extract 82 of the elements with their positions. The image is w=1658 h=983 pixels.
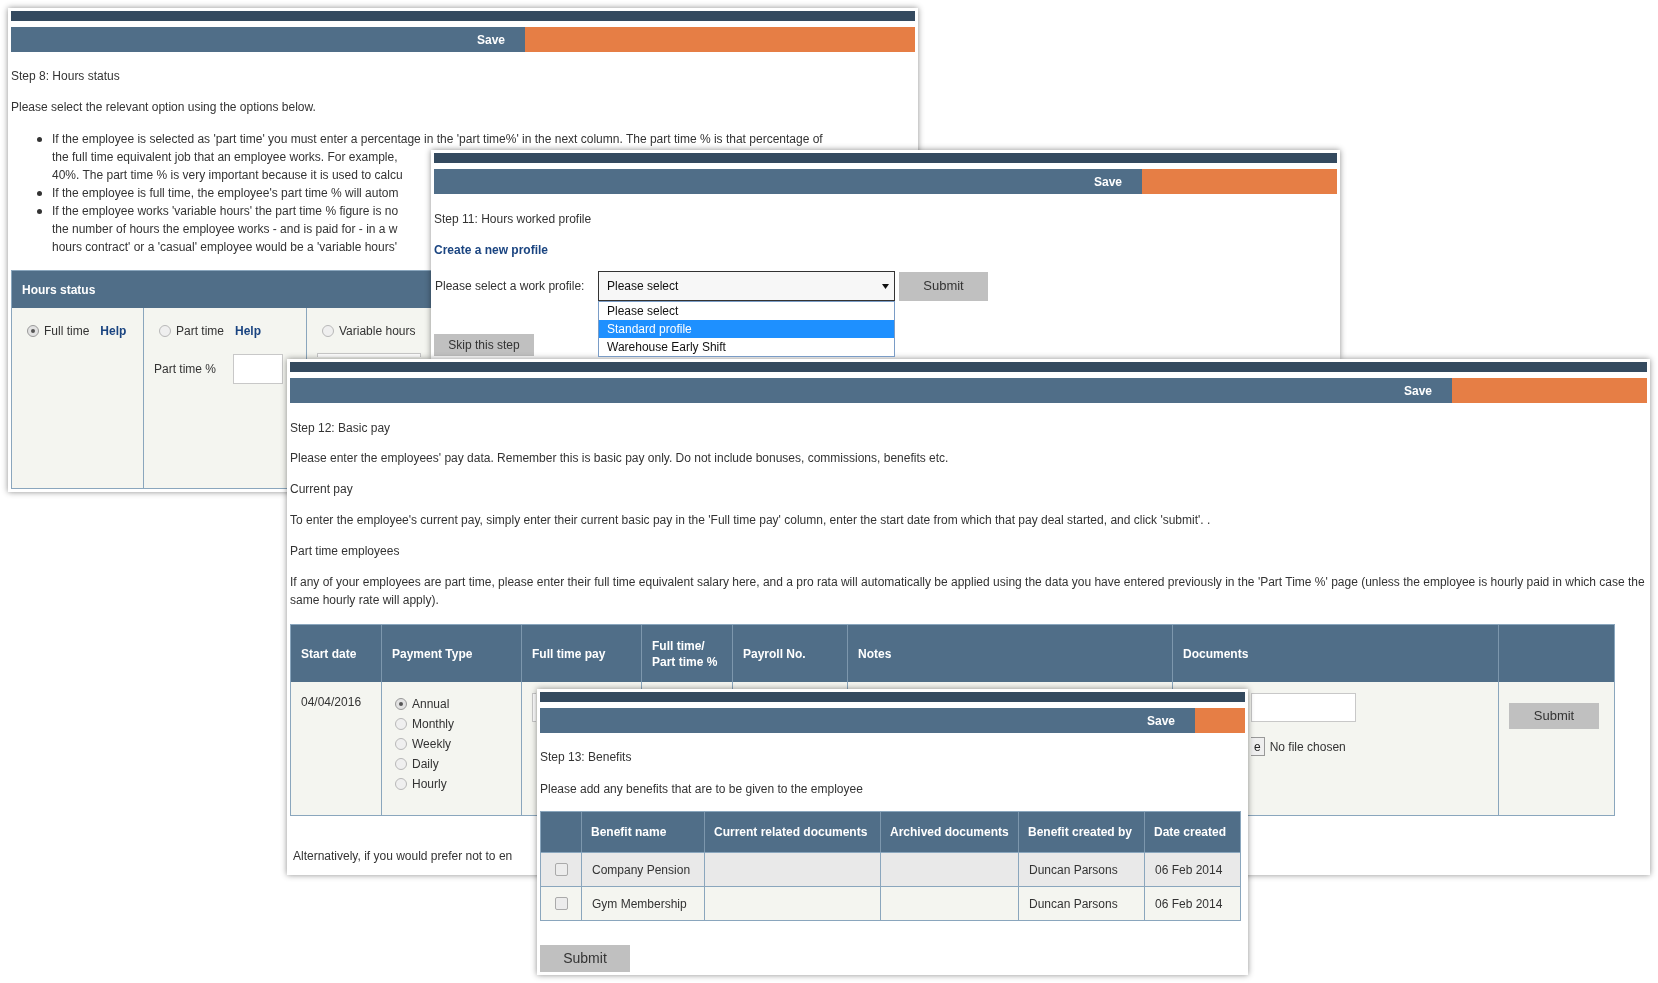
input-field[interactable]	[233, 354, 283, 384]
step-title: Step 13: Benefits	[540, 749, 632, 765]
radio-button[interactable]	[395, 758, 407, 770]
input-field[interactable]	[1251, 693, 1356, 722]
bullet-text: the number of hours the employee works - and is paid for - in a w	[52, 221, 398, 238]
submit-button[interactable]: Submit	[1509, 703, 1599, 729]
bullet-text: the full time equivalent job that an employee works. For example,	[52, 149, 398, 166]
paragraph-text: Please enter the employees' pay data. Remember this is basic pay only. Do not include bonuses, commissions, benefits etc.	[290, 450, 949, 467]
option-label: Annual	[412, 696, 450, 712]
bullet-text: 40%. The part time % is very important because it is used to calcu	[52, 167, 403, 184]
radio-button[interactable]	[395, 698, 407, 710]
help-link[interactable]: Help	[235, 323, 262, 339]
paragraph-text: Current pay	[290, 481, 353, 498]
option-label: Daily	[412, 756, 439, 772]
column-header: Date created	[1154, 824, 1227, 840]
option-label: Part time	[176, 323, 224, 339]
save-button[interactable]: Save	[540, 708, 1195, 733]
bullet-text: hours contract' or a 'casual' employee would be a 'variable hours'	[52, 239, 397, 256]
skip-button[interactable]: Skip this step	[434, 334, 534, 356]
radio-button[interactable]	[27, 325, 39, 337]
instruction-text: Please select the relevant option using the options below.	[11, 99, 316, 115]
accent-block	[1195, 708, 1245, 733]
option-label: Weekly	[412, 736, 452, 752]
option-label: Variable hours	[339, 323, 416, 339]
instruction-text: Please add any benefits that are to be given to the employee	[540, 781, 863, 797]
step-title: Step 8: Hours status	[11, 68, 120, 84]
paragraph-text: If any of your employees are part time, please enter their full time equivalent salary here, and a pro rata will automatically be applied using the data you have entered previously in the 'Part Time %' page (unless the employee is hourly paid in which case the same hourly rate will apply).	[290, 574, 1646, 609]
table-cell: Duncan Parsons	[1029, 895, 1118, 912]
option-label: Full time	[44, 323, 90, 339]
field-label: Part time %	[154, 361, 216, 377]
save-button[interactable]: Save	[434, 169, 1142, 194]
column-header: Payment Type	[392, 645, 473, 662]
bullet-icon	[37, 136, 42, 142]
column-header: Notes	[858, 645, 892, 662]
column-header: Start date	[301, 645, 357, 662]
profile-select[interactable]: Please select	[598, 271, 895, 301]
option-label: Monthly	[412, 716, 455, 732]
radio-button[interactable]	[395, 738, 407, 750]
table-cell: 06 Feb 2014	[1155, 895, 1223, 912]
column-header: Full time pay	[532, 645, 606, 662]
bullet-icon	[37, 208, 42, 214]
checkbox[interactable]	[554, 863, 568, 876]
bullet-icon	[37, 190, 42, 196]
table-cell: Duncan Parsons	[1029, 861, 1118, 878]
column-header: Benefit created by	[1028, 824, 1133, 840]
column-header: Archived documents	[890, 824, 1009, 840]
input-field[interactable]	[317, 353, 421, 357]
radio-button[interactable]	[395, 718, 407, 730]
field-label: Please select a work profile:	[435, 278, 585, 294]
radio-button[interactable]	[395, 778, 407, 790]
save-button[interactable]: Save	[11, 27, 525, 52]
table-cell-text: 04/04/2016	[301, 694, 362, 711]
submit-button[interactable]: Submit	[899, 271, 988, 301]
table-cell: Company Pension	[592, 861, 691, 878]
file-status-text: No file chosen	[1269, 738, 1346, 755]
choose-file-button[interactable]: e	[1251, 737, 1265, 756]
submit-button[interactable]: Submit	[540, 945, 630, 972]
radio-button[interactable]	[322, 325, 334, 337]
column-header: Benefit name	[591, 824, 667, 840]
column-header: Documents	[1183, 645, 1249, 662]
paragraph-text: Part time employees	[290, 543, 400, 560]
radio-button[interactable]	[159, 325, 171, 337]
column-header: Current related documents	[714, 824, 868, 840]
caret-down-icon	[882, 283, 889, 289]
dropdown-option[interactable]: Warehouse Early Shift	[599, 338, 894, 356]
input-field[interactable]	[532, 693, 536, 722]
column-header: Full time/ Part time %	[652, 637, 719, 670]
bullet-text: If the employee is selected as 'part time' you must enter a percentage in the 'part time%' in the next column. The part time % is that percentage of	[52, 131, 823, 148]
save-button[interactable]: Save	[290, 378, 1452, 403]
step-title: Step 11: Hours worked profile	[434, 211, 592, 227]
column-header: Payroll No.	[743, 645, 806, 662]
table-cell: Gym Membership	[592, 895, 687, 912]
table-cell: 06 Feb 2014	[1155, 861, 1223, 878]
step-title: Step 12: Basic pay	[290, 420, 391, 436]
checkbox[interactable]	[554, 897, 568, 910]
help-link[interactable]: Help	[100, 323, 127, 339]
create-profile-link[interactable]: Create a new profile	[434, 242, 549, 258]
bullet-text: If the employee is full time, the employee's part time % will autom	[52, 185, 399, 202]
paragraph-text: To enter the employee's current pay, simply enter their current basic pay in the 'Full time pay' column, enter the start date from which that pay deal started, and click 'submit'. .	[290, 512, 1211, 529]
bullet-text: If the employee works 'variable hours' the part time % figure is no	[52, 203, 399, 220]
option-label: Hourly	[412, 776, 447, 792]
paragraph-text: Alternatively, if you would prefer not to en	[292, 848, 513, 865]
